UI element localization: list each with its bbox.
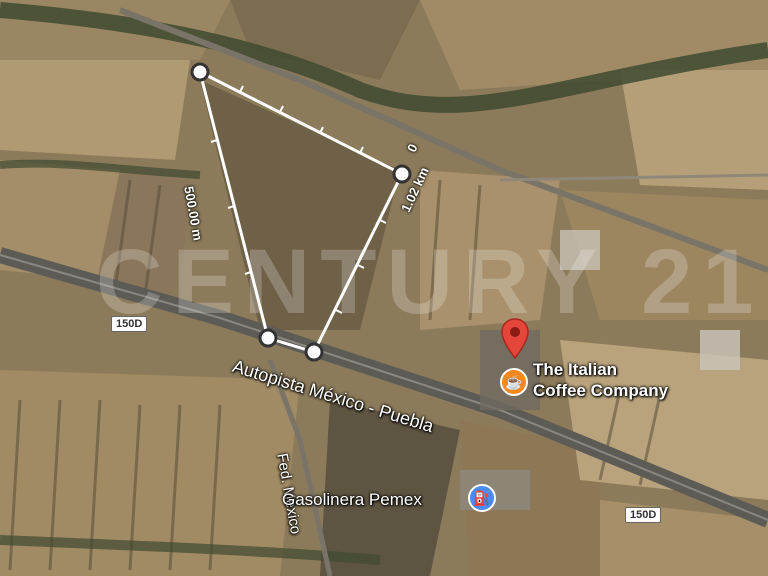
coffee-icon[interactable]: ☕	[500, 368, 528, 396]
poi-label-line-1: The Italian	[533, 360, 618, 379]
measure-point-3	[304, 342, 324, 362]
highway-shield-1: 150D	[111, 316, 148, 332]
poi-label-line-2: Coffee Company	[533, 381, 669, 400]
gas-station-label[interactable]: Gasolinera Pemex	[282, 490, 422, 510]
measure-point-4	[258, 328, 278, 348]
measure-point-1	[190, 62, 210, 82]
poi-label[interactable]: The Italian Coffee Company	[533, 359, 668, 401]
satellite-map[interactable]: CENTURY 21 500.00 m 1.02 km 0 150D 150D …	[0, 0, 768, 576]
gas-station-icon[interactable]: ⛽	[468, 484, 496, 512]
location-pin-icon[interactable]	[500, 318, 530, 360]
measure-point-2	[392, 164, 412, 184]
highway-shield-2: 150D	[625, 507, 662, 523]
